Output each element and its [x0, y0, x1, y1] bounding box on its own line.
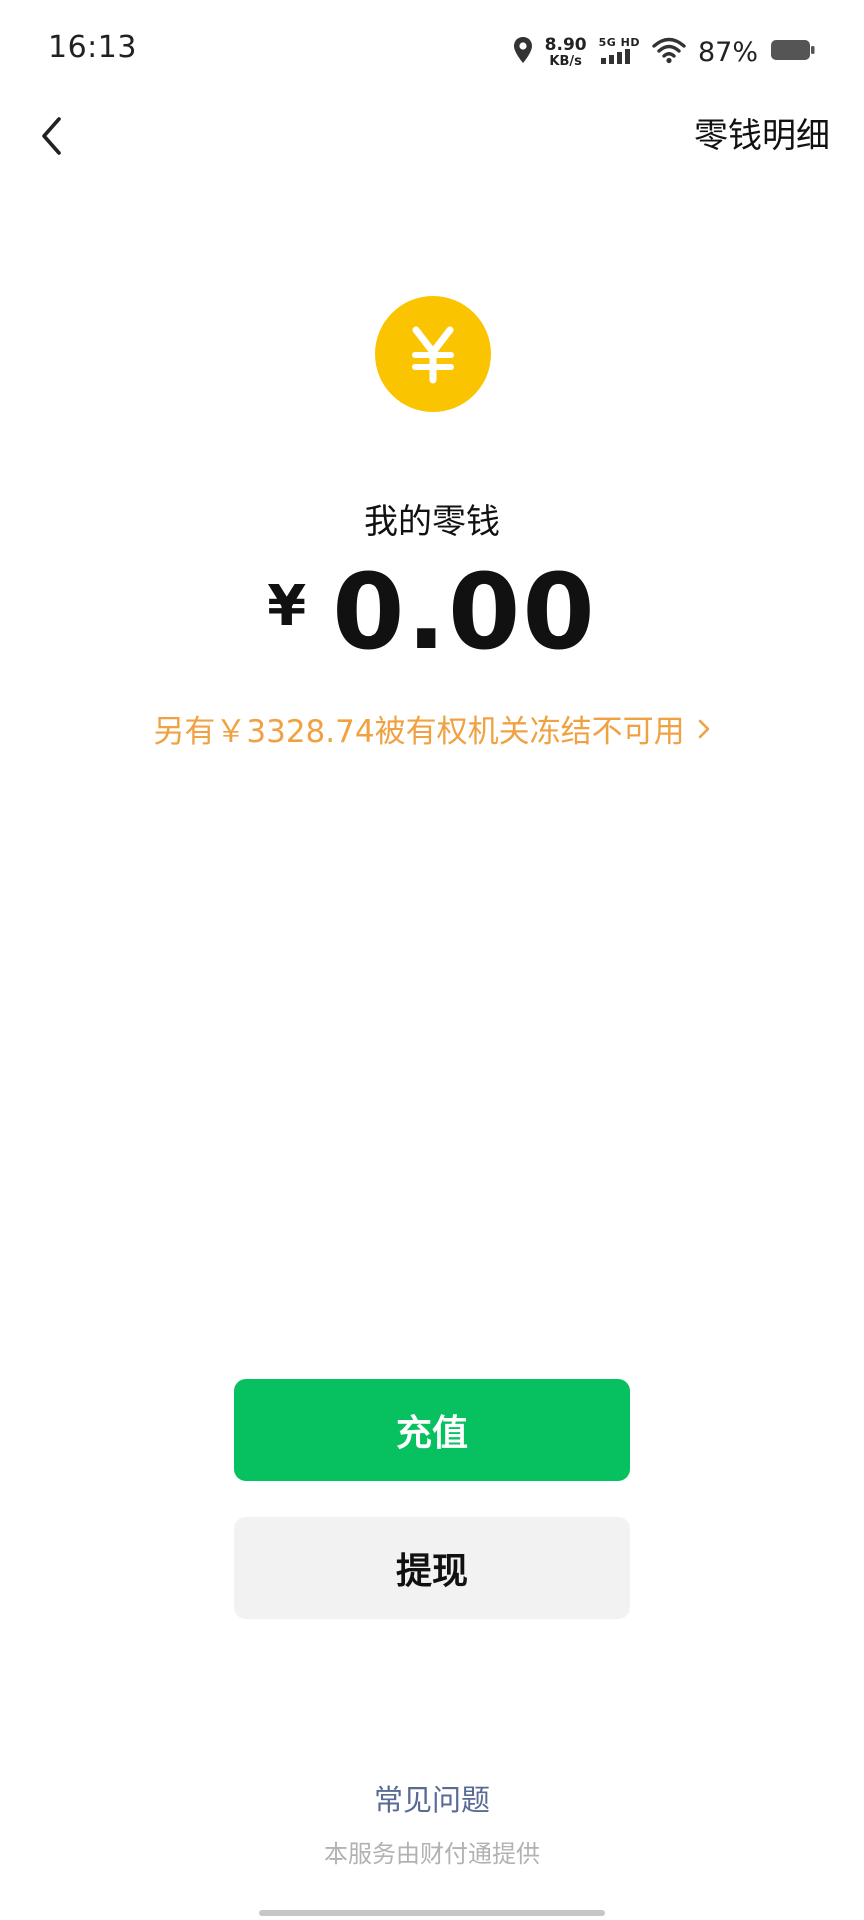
cellular-signal: 5G HD: [599, 37, 640, 67]
wifi-icon: [652, 36, 686, 68]
balance-currency-symbol: ¥: [267, 574, 307, 639]
change-wallet-screen: 16:13 8.90 KB/s 5G HD 87% 零钱明细 我的零钱 ¥ 0.…: [0, 0, 864, 1920]
frozen-funds-text: 另有￥3328.74被有权机关冻结不可用: [153, 714, 685, 750]
network-speed-value: 8.90: [544, 34, 587, 55]
wallet-title: 我的零钱: [364, 502, 500, 542]
faq-link[interactable]: 常见问题: [0, 1777, 864, 1819]
navigation-bar: 零钱明细: [0, 96, 864, 182]
frozen-funds-notice[interactable]: 另有￥3328.74被有权机关冻结不可用: [0, 706, 864, 751]
status-bar: 16:13 8.90 KB/s 5G HD 87%: [0, 0, 864, 100]
status-time: 16:13: [48, 30, 137, 65]
change-details-link[interactable]: 零钱明细: [694, 108, 830, 157]
network-type: 5G HD: [598, 36, 640, 49]
topup-button[interactable]: 充值: [234, 1379, 630, 1481]
back-button[interactable]: [20, 106, 84, 170]
home-indicator[interactable]: [259, 1910, 605, 1916]
battery-icon: [770, 38, 816, 66]
status-indicators: 8.90 KB/s 5G HD 87%: [513, 32, 816, 72]
chevron-left-icon: [37, 114, 67, 162]
location-pin-icon: [513, 36, 533, 68]
battery-percentage: 87%: [697, 36, 758, 68]
network-speed-unit: KB/s: [549, 53, 582, 69]
network-speed: 8.90 KB/s: [544, 34, 587, 69]
balance-amount: 0.00: [332, 551, 597, 673]
withdraw-button[interactable]: 提现: [234, 1517, 630, 1619]
chevron-right-icon: [697, 717, 711, 741]
balance-display: ¥ 0.00: [0, 560, 864, 664]
service-provider-text: 本服务由财付通提供: [324, 1840, 540, 1868]
signal-bars-icon: [599, 48, 633, 67]
yuan-coin-icon: [375, 296, 491, 412]
